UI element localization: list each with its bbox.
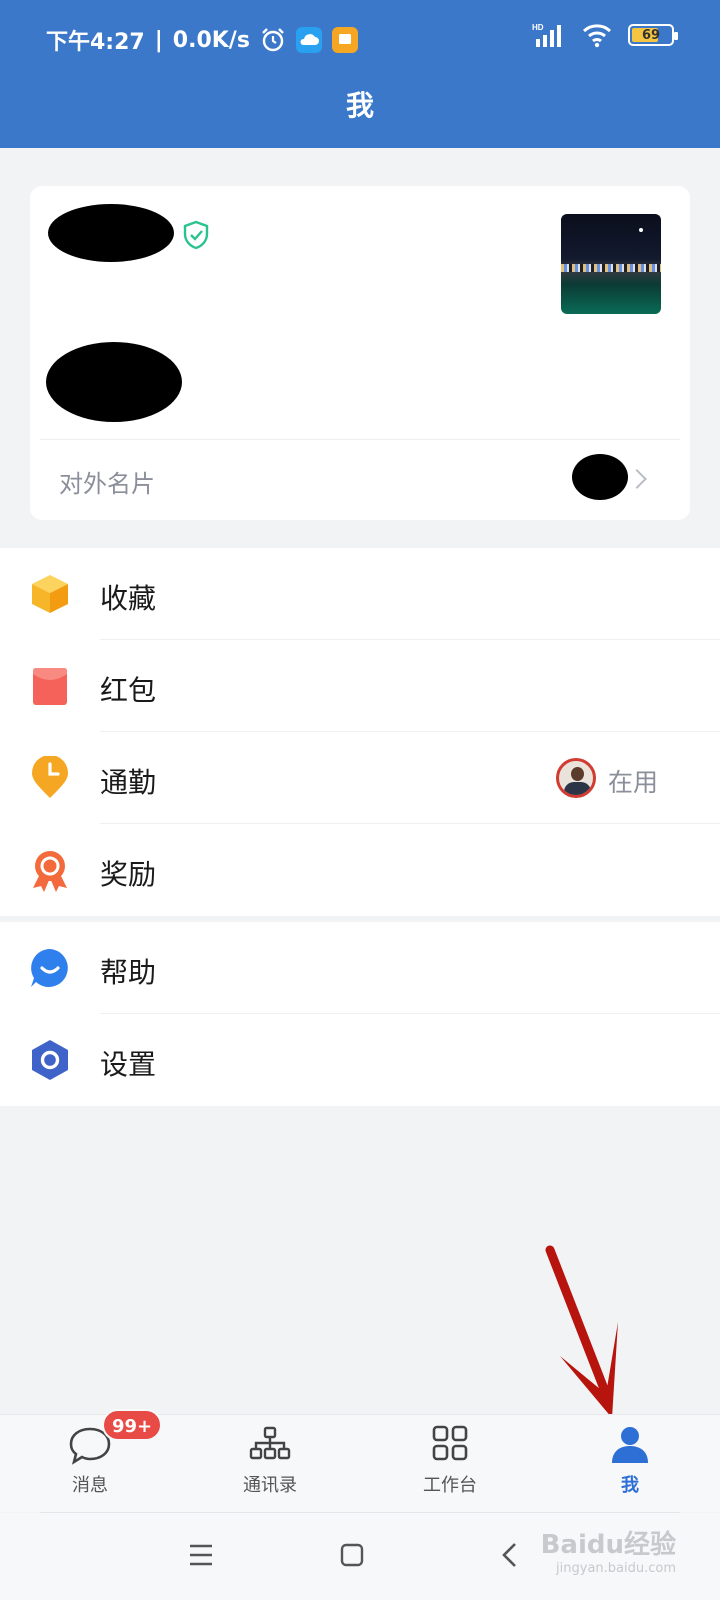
menu-item-help[interactable]: 帮助: [0, 922, 720, 1014]
page-title: 我: [345, 89, 374, 122]
tab-workbench[interactable]: 工作台: [360, 1415, 540, 1513]
menu-icon[interactable]: [188, 1543, 214, 1567]
favorite-box-icon: [32, 575, 68, 613]
menu-item-rewards[interactable]: 奖励: [0, 824, 720, 916]
shield-check-icon: [183, 220, 209, 250]
alarm-icon: [262, 28, 284, 52]
annotation-arrow-icon: [545, 1245, 618, 1418]
redacted-name: [48, 204, 174, 262]
commute-status: 在用: [607, 768, 658, 797]
menu-item-label: 收藏: [100, 582, 157, 615]
status-separator: |: [154, 27, 163, 53]
menu-item-label: 通勤: [100, 766, 157, 799]
avatar-body: [564, 782, 591, 795]
external-card-label: 对外名片: [59, 470, 155, 498]
baidu-watermark: Baidu经验 jingyan.baidu.com: [541, 1524, 676, 1576]
reward-medal-icon: [33, 851, 67, 892]
status-time: 下午4:27: [46, 30, 145, 55]
tab-label: 消息: [72, 1475, 108, 1496]
menu-item-commute[interactable]: 通勤 在用: [0, 732, 720, 824]
menu-item-label: 设置: [100, 1048, 157, 1081]
signal-icon: HD: [532, 23, 561, 47]
cloud-icon: [295, 27, 322, 53]
watermark-brand: Baidu经验: [540, 1530, 676, 1560]
status-speed: 0.0K/s: [172, 27, 250, 53]
avatar-head: [571, 767, 584, 781]
status-right: HD 69: [532, 22, 678, 48]
redacted-detail: [46, 342, 182, 422]
tab-label: 工作台: [423, 1475, 477, 1496]
help-chat-icon: [31, 949, 68, 987]
commute-user-avatar: [556, 758, 596, 798]
settings-hexagon-icon: [32, 1040, 68, 1080]
status-left: 下午4:27 | 0.0K/s: [46, 24, 358, 56]
battery-icon: 69: [628, 24, 678, 46]
profile-card[interactable]: 对外名片: [30, 186, 690, 520]
battery-level: 69: [641, 27, 661, 43]
photo-city-lights: [561, 264, 661, 272]
tab-contacts[interactable]: 通讯录: [180, 1415, 360, 1513]
redacted-card-avatar: [572, 454, 628, 500]
tab-label: 我: [621, 1475, 639, 1496]
tab-messages[interactable]: 99+ 消息: [0, 1409, 180, 1513]
org-chart-icon: [249, 1426, 291, 1460]
watermark-url: jingyan.baidu.com: [556, 1561, 676, 1576]
chevron-right-icon: [627, 469, 647, 489]
menu-item-red-envelope[interactable]: 红包: [0, 640, 720, 732]
menu-item-label: 奖励: [100, 858, 157, 891]
profile-photo[interactable]: [561, 214, 661, 314]
menu-item-label: 红包: [100, 674, 157, 707]
external-card-row[interactable]: 对外名片: [30, 440, 690, 520]
bottom-tab-bar: 99+ 消息 通讯录 工作台 我: [0, 1409, 720, 1513]
tab-me[interactable]: 我: [540, 1415, 720, 1513]
back-icon[interactable]: [500, 1542, 520, 1568]
message-app-icon: [331, 27, 358, 53]
red-envelope-icon: [33, 668, 67, 705]
status-bar: 下午4:27 | 0.0K/s HD 69: [0, 0, 720, 80]
grid-apps-icon: [432, 1425, 468, 1461]
photo-moon: [639, 228, 643, 232]
person-icon: [612, 1427, 648, 1463]
unread-badge: 99+: [102, 1409, 163, 1441]
menu-group-2: 帮助 设置: [0, 922, 720, 1106]
wifi-icon: [582, 24, 612, 48]
home-icon[interactable]: [340, 1543, 364, 1567]
commute-clock-icon: [32, 756, 68, 798]
menu-item-label: 帮助: [100, 956, 157, 989]
tab-label: 通讯录: [243, 1475, 297, 1496]
menu-group-1: 收藏 红包 通勤 在用 奖励: [0, 548, 720, 916]
app-header: 下午4:27 | 0.0K/s HD 69 我: [0, 0, 720, 148]
menu-item-favorites[interactable]: 收藏: [0, 548, 720, 640]
menu-item-settings[interactable]: 设置: [0, 1014, 720, 1106]
svg-text:HD: HD: [532, 23, 544, 32]
